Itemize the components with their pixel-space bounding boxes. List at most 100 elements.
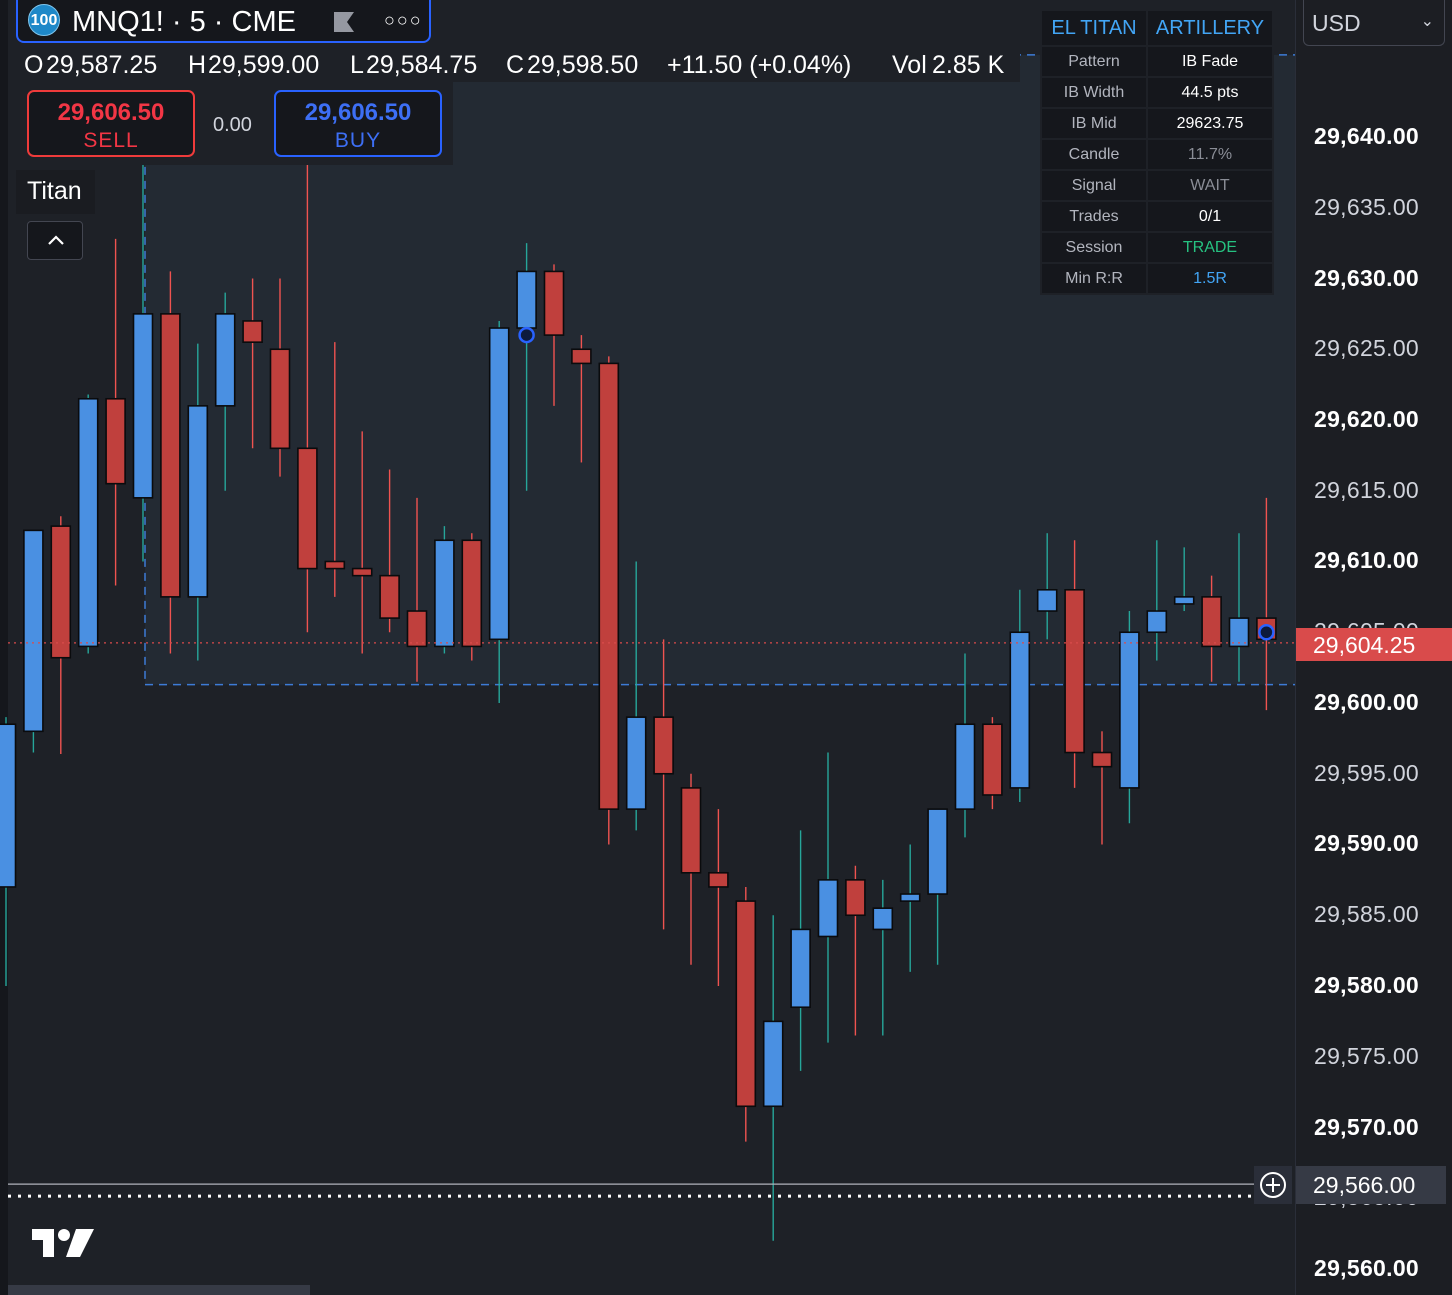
info-key: IB Width (1042, 78, 1146, 107)
sell-button[interactable]: 29,606.50 SELL (27, 90, 195, 157)
info-key: Candle (1042, 140, 1146, 169)
price-tick: 29,635.00 (1314, 194, 1420, 220)
candle-body (1146, 610, 1168, 634)
candle-body (77, 397, 99, 648)
info-key: Trades (1042, 202, 1146, 231)
candle-body (1064, 588, 1085, 754)
candle-body (1036, 588, 1058, 612)
candle-body (598, 362, 620, 810)
candle-body (214, 313, 236, 407)
info-value: IB Fade (1148, 47, 1272, 76)
collapse-indicators-button[interactable] (27, 221, 83, 260)
info-key: Session (1042, 233, 1146, 262)
candle-body (817, 879, 839, 938)
candle-body (160, 313, 181, 598)
trade-panel: 29,606.50 SELL 0.00 29,606.50 BUY (16, 82, 453, 165)
info-value: 44.5 pts (1148, 78, 1272, 107)
sell-label: SELL (83, 129, 139, 152)
info-row: Candle 11.7% (1042, 140, 1272, 169)
candle-body (0, 723, 17, 888)
candle-body (653, 716, 674, 775)
candle-body (899, 893, 921, 902)
symbol-title[interactable]: MNQ1! · 5 · CME (72, 6, 296, 39)
info-row: Session TRADE (1042, 233, 1272, 262)
open-label: O (24, 51, 44, 79)
info-row: Trades 0/1 (1042, 202, 1272, 231)
add-circle-icon (1260, 1172, 1286, 1198)
price-tick: 29,610.00 (1314, 547, 1420, 573)
info-row: IB Width 44.5 pts (1042, 78, 1272, 107)
price-tick: 29,620.00 (1314, 406, 1420, 432)
candle-body (105, 397, 126, 485)
candle-body (132, 313, 154, 499)
close-label: C (506, 51, 525, 79)
candle-body (708, 871, 729, 888)
price-tick: 29,590.00 (1314, 830, 1420, 856)
time-scrollbar[interactable] (8, 1285, 310, 1295)
info-key: Pattern (1042, 47, 1146, 76)
info-header-left: EL TITAN (1042, 11, 1146, 45)
currency-label: USD (1312, 10, 1361, 36)
more-options-icon[interactable]: ○○○ (384, 10, 423, 31)
candle-body (954, 723, 976, 810)
info-value: 29623.75 (1148, 109, 1272, 138)
candle-body (297, 447, 318, 570)
indicator-name[interactable]: Titan (16, 170, 95, 214)
candle-body (543, 270, 565, 336)
info-value: 1.5R (1148, 264, 1272, 293)
candle-body (242, 320, 263, 343)
candle-body (461, 539, 483, 648)
ohlc-legend: O 29,587.25 H 29,599.00 L 29,584.75 C 29… (16, 46, 1020, 82)
close-value: 29,598.50 (527, 51, 639, 79)
candle-body (982, 723, 1003, 796)
candle-body (1228, 617, 1250, 648)
symbol-logo-badge: 100 (28, 4, 60, 36)
candle-body (762, 1020, 784, 1108)
info-key: IB Mid (1042, 109, 1146, 138)
candle-body (23, 529, 44, 733)
candle-body (516, 270, 537, 329)
signal-marker (518, 326, 535, 344)
candle-body (625, 716, 647, 810)
tradingview-logo[interactable] (30, 1225, 96, 1261)
info-value: 11.7% (1148, 140, 1272, 169)
buy-price: 29,606.50 (304, 99, 412, 126)
change-value: +11.50 (+0.04%) (667, 51, 852, 79)
add-alert-button[interactable] (1254, 1166, 1292, 1204)
high-value: 29,599.00 (208, 51, 320, 79)
price-tick: 29,560.00 (1314, 1255, 1420, 1281)
candle-body (845, 879, 866, 917)
candle-body (50, 525, 72, 659)
candle-body (1173, 596, 1195, 605)
price-tick: 29,585.00 (1314, 901, 1420, 927)
price-tick: 29,640.00 (1314, 123, 1420, 149)
candle-body (351, 567, 373, 577)
candle-body (269, 348, 291, 450)
high-label: H (188, 51, 207, 79)
volume-label: Vol (892, 51, 927, 79)
info-row: Pattern IB Fade (1042, 47, 1272, 76)
candle-body (434, 539, 455, 648)
chevron-down-icon: ⌄ (1420, 13, 1434, 30)
buy-button[interactable]: 29,606.50 BUY (274, 90, 442, 157)
currency-selector[interactable]: USD ⌄ (1303, 0, 1445, 46)
info-row: Min R:R 1.5R (1042, 264, 1272, 293)
candle-body (927, 808, 948, 895)
titan-info-table: EL TITAN ARTILLERY Pattern IB Fade IB Widt… (1040, 9, 1274, 295)
candle-body (680, 787, 702, 874)
flag-icon[interactable] (332, 10, 358, 34)
candle-body (872, 907, 894, 931)
candle-body (790, 928, 811, 1009)
price-tick: 29,630.00 (1314, 265, 1420, 291)
low-label: L (350, 51, 364, 79)
current-price-tag: 29,604.25 (1296, 628, 1443, 661)
info-value: TRADE (1148, 233, 1272, 262)
sell-price: 29,606.50 (57, 99, 165, 126)
info-value: WAIT (1148, 171, 1272, 200)
price-tick: 29,615.00 (1314, 477, 1420, 503)
info-row: IB Mid 29623.75 (1042, 109, 1272, 138)
symbol-header[interactable]: 100 MNQ1! · 5 · CME ○○○ (16, 0, 431, 43)
spread-value: 0.00 (213, 114, 252, 136)
price-tick: 29,580.00 (1314, 972, 1420, 998)
candle-body (1009, 631, 1031, 789)
